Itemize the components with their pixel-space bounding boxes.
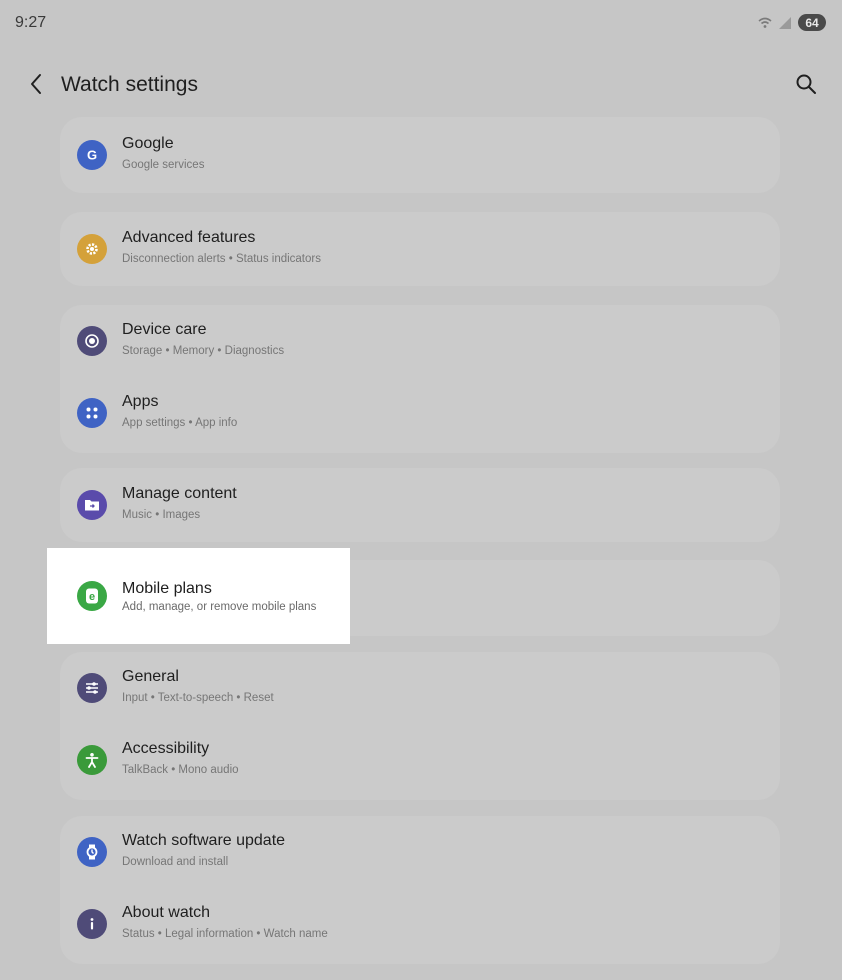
watch-update-icon — [77, 837, 107, 867]
item-subtitle: Input • Text-to-speech • Reset — [122, 692, 274, 704]
status-icons: 64 — [758, 14, 826, 31]
settings-item-device-care[interactable]: Device care Storage • Memory • Diagnosti… — [60, 305, 780, 377]
item-subtitle: App settings • App info — [122, 417, 238, 429]
wifi-icon — [758, 17, 772, 28]
status-bar: 9:27 64 — [0, 0, 842, 50]
item-title: Apps — [122, 393, 159, 410]
settings-group-device: Device care Storage • Memory • Diagnosti… — [60, 305, 780, 453]
signal-icon — [779, 16, 791, 29]
page-title: Watch settings — [61, 73, 198, 96]
chevron-left-icon — [31, 74, 41, 94]
sliders-icon — [77, 673, 107, 703]
search-button[interactable] — [792, 70, 820, 98]
item-subtitle: Google services — [122, 159, 205, 171]
folder-icon — [77, 490, 107, 520]
battery-icon: 64 — [798, 14, 826, 31]
item-title: Mobile plans — [122, 580, 212, 597]
header: Watch settings — [0, 60, 842, 110]
status-time: 9:27 — [15, 14, 47, 31]
gear-icon — [77, 234, 107, 264]
settings-item-accessibility[interactable]: Accessibility TalkBack • Mono audio — [60, 724, 780, 796]
settings-item-general[interactable]: General Input • Text-to-speech • Reset — [60, 652, 780, 724]
item-subtitle: TalkBack • Mono audio — [122, 764, 239, 776]
svg-text:G: G — [87, 148, 97, 163]
item-subtitle: Music • Images — [122, 509, 201, 521]
esim-icon: e — [77, 581, 107, 611]
item-subtitle: Download and install — [122, 856, 229, 868]
item-subtitle: Add, manage, or remove mobile plans — [122, 601, 317, 613]
item-subtitle: Status • Legal information • Watch name — [122, 928, 328, 940]
info-icon — [77, 909, 107, 939]
settings-item-advanced-features[interactable]: Advanced features Disconnection alerts •… — [60, 213, 780, 285]
item-subtitle: Disconnection alerts • Status indicators — [122, 253, 321, 265]
device-care-icon — [77, 326, 107, 356]
item-subtitle: Storage • Memory • Diagnostics — [122, 345, 285, 357]
svg-text:e: e — [89, 591, 95, 603]
item-title: Accessibility — [122, 740, 210, 757]
item-title: About watch — [122, 904, 211, 921]
settings-group-general: General Input • Text-to-speech • Reset A… — [60, 652, 780, 800]
settings-item-about-watch[interactable]: About watch Status • Legal information •… — [60, 888, 780, 960]
apps-icon — [77, 398, 107, 428]
item-title: Advanced features — [122, 229, 256, 246]
settings-item-apps[interactable]: Apps App settings • App info — [60, 377, 780, 449]
settings-group-content: Manage content Music • Images — [60, 468, 780, 542]
accessibility-icon — [77, 745, 107, 775]
settings-item-manage-content[interactable]: Manage content Music • Images — [60, 469, 780, 541]
settings-group-google: G Google Google services — [60, 117, 780, 193]
item-title: Google — [122, 135, 174, 152]
settings-item-google[interactable]: G Google Google services — [60, 119, 780, 191]
back-button[interactable] — [22, 70, 50, 98]
settings-item-mobile-plans[interactable]: e Mobile plans Add, manage, or remove mo… — [47, 548, 350, 644]
item-title: General — [122, 668, 179, 685]
search-icon — [796, 74, 816, 94]
settings-group-about: Watch software update Download and insta… — [60, 816, 780, 964]
settings-item-watch-software-update[interactable]: Watch software update Download and insta… — [60, 816, 780, 888]
google-icon: G — [77, 140, 107, 170]
item-title: Manage content — [122, 485, 237, 502]
item-title: Watch software update — [122, 832, 286, 849]
settings-group-advanced: Advanced features Disconnection alerts •… — [60, 212, 780, 286]
item-title: Device care — [122, 321, 207, 338]
